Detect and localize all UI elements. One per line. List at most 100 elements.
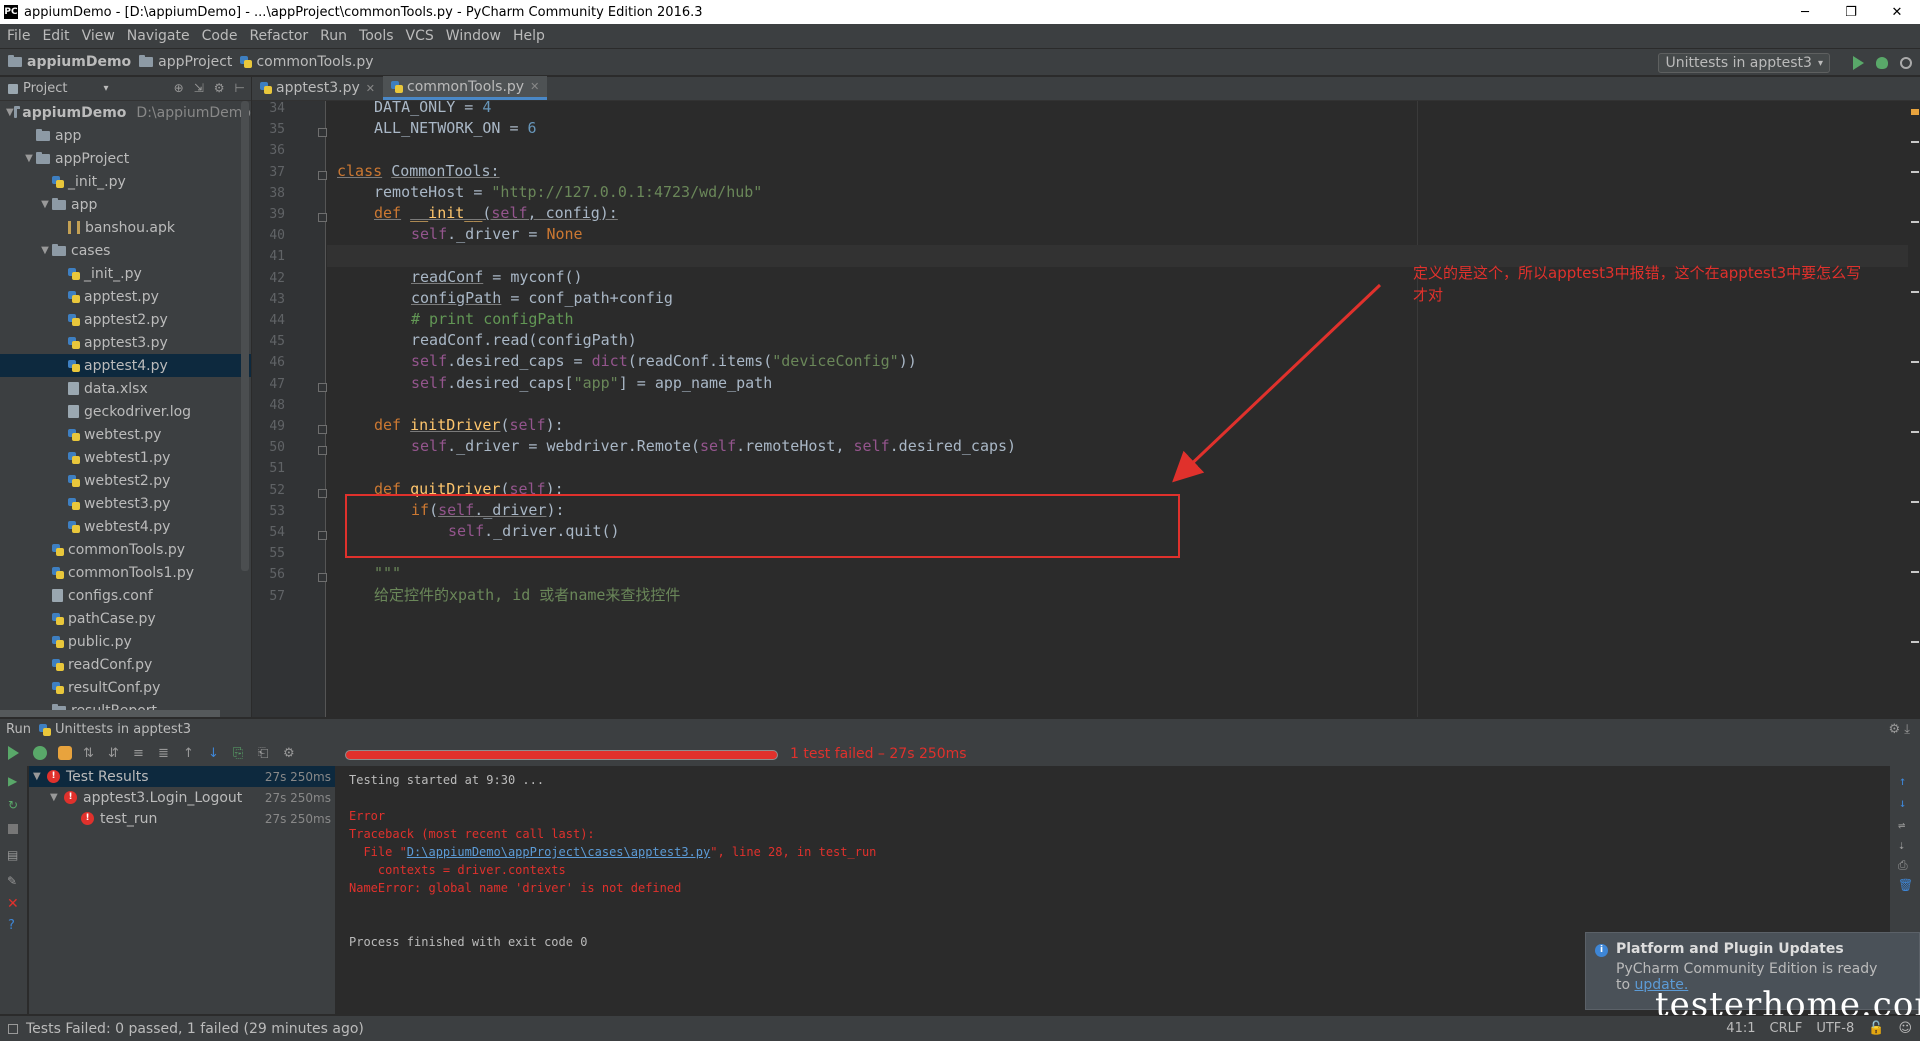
tree-item[interactable]: apptest.py bbox=[0, 285, 251, 308]
error-stripe[interactable] bbox=[1908, 101, 1920, 717]
print-icon[interactable]: ⎙ bbox=[1898, 858, 1908, 873]
tab-commontools[interactable]: commonTools.py ✕ bbox=[383, 76, 548, 100]
search-icon[interactable] bbox=[1900, 57, 1912, 69]
console-file-link[interactable]: D:\appiumDemo\appProject\cases\apptest3.… bbox=[407, 845, 710, 859]
menu-file[interactable]: File bbox=[0, 28, 35, 44]
fold-marker-icon[interactable] bbox=[318, 531, 327, 540]
tree-item[interactable]: commonTools1.py bbox=[0, 561, 251, 584]
export-icon[interactable]: ⎘ bbox=[233, 746, 247, 761]
tree-item[interactable]: ▼ app bbox=[0, 193, 251, 216]
chevron-down-icon[interactable]: ▼ bbox=[22, 153, 36, 164]
inspector-icon[interactable]: ☺ bbox=[1898, 1021, 1912, 1036]
menu-navigate[interactable]: Navigate bbox=[120, 28, 195, 44]
tree-item[interactable]: webtest1.py bbox=[0, 446, 251, 469]
fold-marker-icon[interactable] bbox=[318, 128, 327, 138]
lock-icon[interactable]: 🔓 bbox=[1868, 1021, 1884, 1036]
run-icon[interactable] bbox=[1853, 56, 1864, 70]
tree-item[interactable]: apptest4.py bbox=[0, 354, 251, 377]
tree-item[interactable]: configs.conf bbox=[0, 584, 251, 607]
tree-item[interactable]: ▼ appProject bbox=[0, 147, 251, 170]
sort-duration-icon[interactable]: ⇵ bbox=[108, 746, 122, 761]
sync-icon[interactable]: ⊕ bbox=[174, 81, 184, 95]
close-tab-icon[interactable]: ✕ bbox=[530, 80, 539, 93]
stop-icon[interactable] bbox=[8, 824, 18, 834]
fold-marker-icon[interactable] bbox=[318, 488, 327, 498]
test-result-row[interactable]: ! test_run 27s 250ms bbox=[29, 808, 335, 829]
stripe-marker[interactable] bbox=[1911, 141, 1919, 143]
project-view-label[interactable]: Project bbox=[23, 81, 67, 96]
tree-item[interactable]: data.xlsx bbox=[0, 377, 251, 400]
stripe-marker[interactable] bbox=[1911, 171, 1919, 173]
tree-item[interactable]: public.py bbox=[0, 630, 251, 653]
tree-item[interactable]: webtest4.py bbox=[0, 515, 251, 538]
rerun-icon[interactable] bbox=[8, 746, 22, 760]
tree-item[interactable]: app bbox=[0, 124, 251, 147]
up-arrow-icon[interactable]: ↑ bbox=[1899, 774, 1906, 788]
restore-button[interactable]: ❐ bbox=[1828, 0, 1874, 24]
fold-marker-icon[interactable] bbox=[318, 446, 327, 456]
down-arrow-icon[interactable]: ↓ bbox=[1899, 796, 1906, 810]
tree-item[interactable]: geckodriver.log bbox=[0, 400, 251, 423]
prev-failed-icon[interactable]: ↑ bbox=[183, 746, 197, 761]
stripe-marker[interactable] bbox=[1911, 291, 1919, 293]
caret-position[interactable]: 41:1 bbox=[1726, 1021, 1755, 1036]
minimize-button[interactable]: ─ bbox=[1782, 0, 1828, 24]
tree-item[interactable]: _init_.py bbox=[0, 170, 251, 193]
tree-item[interactable]: commonTools.py bbox=[0, 538, 251, 561]
menu-refactor[interactable]: Refactor bbox=[242, 28, 313, 44]
tree-item[interactable]: apptest3.py bbox=[0, 331, 251, 354]
debug-icon[interactable] bbox=[1876, 57, 1888, 69]
tree-item[interactable]: ▼ cases bbox=[0, 239, 251, 262]
tree-item[interactable]: banshou.apk bbox=[0, 216, 251, 239]
stripe-marker[interactable] bbox=[1911, 641, 1919, 643]
test-result-row[interactable]: ▼! Test Results 27s 250ms bbox=[29, 766, 335, 787]
stripe-marker[interactable] bbox=[1911, 501, 1919, 503]
import-icon[interactable]: ⎗ bbox=[258, 746, 272, 761]
tree-item[interactable]: apptest2.py bbox=[0, 308, 251, 331]
tree-item[interactable]: webtest.py bbox=[0, 423, 251, 446]
warning-marker[interactable] bbox=[1911, 109, 1919, 115]
breadcrumb-project[interactable]: appiumDemo bbox=[0, 54, 131, 70]
gear-icon[interactable]: ⚙ bbox=[214, 81, 225, 95]
chevron-down-icon[interactable]: ▼ bbox=[50, 792, 64, 803]
menu-tools[interactable]: Tools bbox=[352, 28, 399, 44]
tree-item[interactable]: webtest2.py bbox=[0, 469, 251, 492]
close-window-button[interactable]: ✕ bbox=[1874, 0, 1920, 24]
code-editor[interactable]: DATA_ONLY = 4 ALL_NETWORK_ON = 6 class Com… bbox=[327, 101, 1908, 717]
stripe-marker[interactable] bbox=[1911, 361, 1919, 363]
next-failed-icon[interactable]: ↓ bbox=[208, 746, 222, 761]
fold-marker-icon[interactable] bbox=[318, 425, 327, 434]
menu-help[interactable]: Help bbox=[506, 28, 550, 44]
stripe-marker[interactable] bbox=[1911, 571, 1919, 573]
tree-item[interactable]: pathCase.py bbox=[0, 607, 251, 630]
show-passed-icon[interactable] bbox=[33, 746, 47, 760]
soft-wrap-icon[interactable]: ⇌ bbox=[1898, 818, 1905, 832]
line-separator[interactable]: CRLF bbox=[1770, 1021, 1803, 1036]
layout-icon[interactable]: ▤ bbox=[7, 848, 18, 862]
menu-code[interactable]: Code bbox=[195, 28, 243, 44]
scroll-end-icon[interactable]: ⇣ bbox=[1898, 838, 1905, 852]
menu-edit[interactable]: Edit bbox=[35, 28, 74, 44]
hide-panel-icon[interactable]: ⊢ bbox=[235, 81, 245, 95]
chevron-down-icon[interactable]: ▼ bbox=[38, 199, 52, 210]
project-horizontal-scrollbar[interactable] bbox=[0, 710, 220, 717]
chevron-down-icon[interactable]: ▼ bbox=[6, 107, 14, 118]
menu-view[interactable]: View bbox=[75, 28, 120, 44]
tool-windows-icon[interactable] bbox=[8, 1023, 18, 1034]
file-encoding[interactable]: UTF-8 bbox=[1816, 1021, 1854, 1036]
breadcrumb-file[interactable]: commonTools.py bbox=[232, 54, 374, 70]
menu-window[interactable]: Window bbox=[439, 28, 506, 44]
menu-vcs[interactable]: VCS bbox=[399, 28, 439, 44]
close-icon[interactable]: ✕ bbox=[7, 896, 19, 912]
collapse-all-icon[interactable]: ≣ bbox=[158, 746, 172, 761]
chevron-down-icon[interactable]: ▾ bbox=[103, 83, 108, 94]
show-ignored-icon[interactable] bbox=[58, 746, 72, 760]
fold-marker-icon[interactable] bbox=[318, 213, 327, 222]
chevron-down-icon[interactable]: ▼ bbox=[33, 771, 47, 782]
pin-icon[interactable]: ✎ bbox=[7, 874, 17, 888]
stripe-marker[interactable] bbox=[1911, 431, 1919, 433]
menu-run[interactable]: Run bbox=[313, 28, 352, 44]
stripe-marker[interactable] bbox=[1911, 221, 1919, 223]
toggle-auto-test-icon[interactable]: ↻ bbox=[8, 798, 18, 812]
fold-marker-icon[interactable] bbox=[318, 382, 327, 392]
